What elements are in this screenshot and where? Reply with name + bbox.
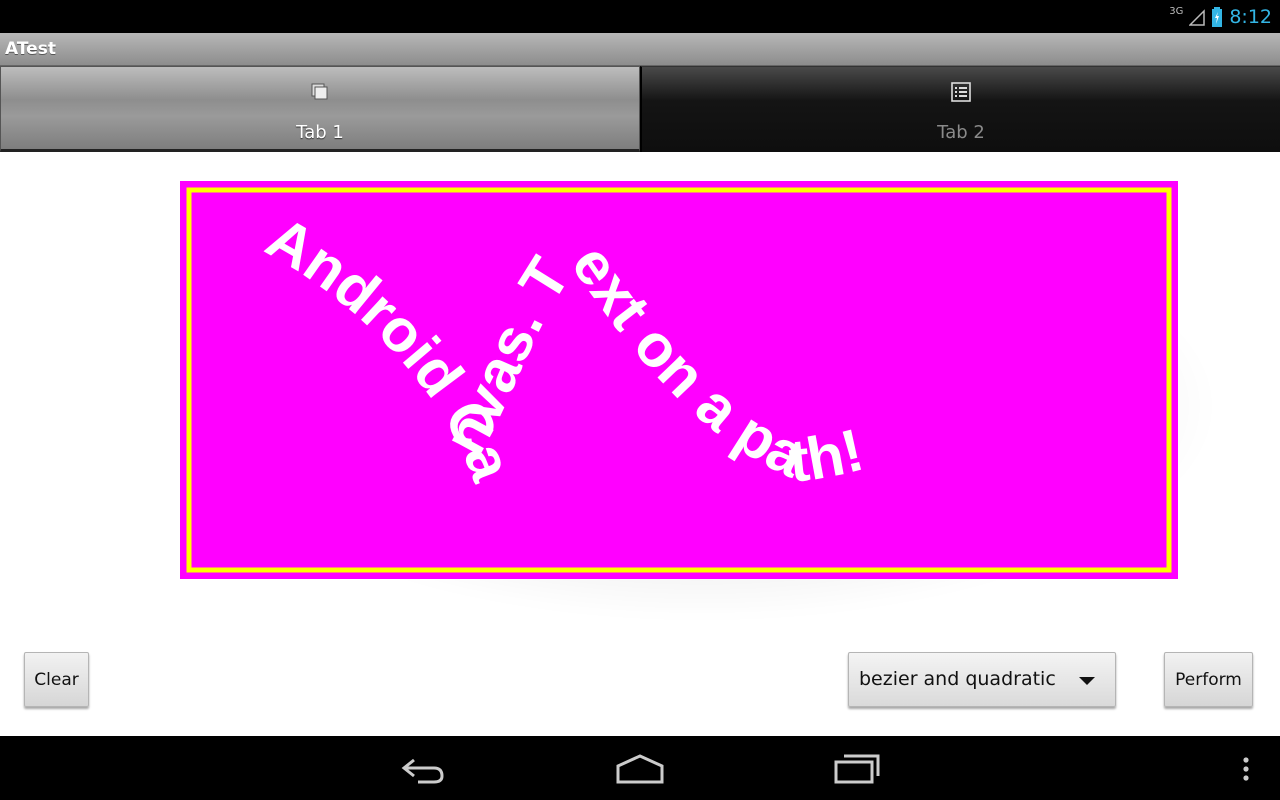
tab-1-label: Tab 1 [296,122,344,143]
signal-icon [1189,9,1206,26]
spinner-selected-value: bezier and quadratic [859,668,1056,690]
tab-content: Android Canvas. Text on a path! Clear be… [0,152,1280,736]
tab-2[interactable]: Tab 2 [640,66,1280,152]
action-bar: ATest [0,33,1280,66]
tab-2-label: Tab 2 [937,122,985,143]
drawing-canvas[interactable]: Android Canvas. Text on a path! [180,181,1178,579]
back-icon[interactable] [400,752,448,786]
dropdown-arrow-icon [1079,677,1095,685]
tab-1[interactable]: Tab 1 [0,66,640,152]
clear-button[interactable]: Clear [24,652,89,707]
app-title: ATest [5,39,56,59]
list-icon [951,82,971,102]
path-type-spinner[interactable]: bezier and quadratic [848,652,1116,707]
clock: 8:12 [1229,6,1272,28]
home-icon[interactable] [614,752,666,786]
perform-button[interactable]: Perform [1164,652,1253,707]
network-type: 3G [1169,5,1184,17]
status-bar: 3G 8:12 [0,0,1280,33]
battery-icon [1212,7,1223,27]
recents-icon[interactable] [832,752,882,786]
copy-icon [311,83,328,100]
tab-bar: Tab 1 Tab 2 [0,66,1280,152]
overflow-menu-icon[interactable] [1240,752,1252,786]
status-indicators: 3G 8:12 [1169,4,1272,30]
navigation-bar [0,736,1280,800]
